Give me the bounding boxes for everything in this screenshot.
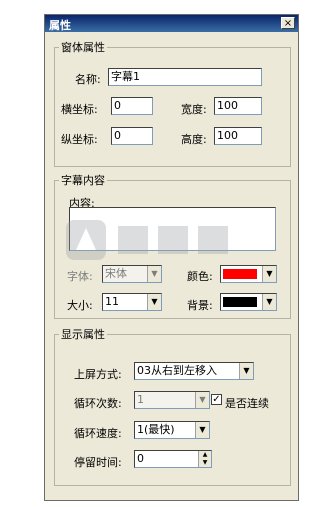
color-dropdown-button[interactable]: ▼ [262, 266, 276, 282]
chevron-down-icon: ▼ [199, 425, 206, 434]
name-label: 名称: [75, 73, 101, 86]
font-dropdown-button[interactable]: ▼ [147, 266, 161, 282]
width-input[interactable]: 100 [214, 97, 262, 115]
stay-time-label: 停留时间: [74, 456, 122, 469]
size-value: 11 [105, 295, 119, 308]
chevron-down-icon: ▼ [199, 395, 206, 404]
chevron-down-icon: ▼ [243, 366, 250, 375]
dialog-title: 属性 [49, 19, 71, 32]
color-swatch [223, 269, 257, 279]
loop-count-label: 循环次数: [74, 397, 122, 410]
loop-speed-label: 循环速度: [74, 427, 122, 440]
screen-mode-value: 03从右到左移入 [137, 364, 217, 377]
screen-mode-select[interactable]: 03从右到左移入 ▼ [134, 362, 254, 380]
close-icon: × [283, 18, 293, 29]
loop-count-dropdown-button[interactable]: ▼ [195, 392, 209, 408]
x-label: 横坐标: [61, 103, 98, 116]
content-textarea[interactable] [69, 207, 276, 251]
chevron-down-icon: ▼ [266, 269, 273, 278]
window-props-legend: 窗体属性 [61, 41, 105, 54]
stay-time-input[interactable]: 0 ▲ ▼ [134, 450, 212, 468]
color-label: 颜色: [187, 270, 213, 283]
size-dropdown-button[interactable]: ▼ [147, 294, 161, 310]
background-swatch [223, 297, 257, 307]
caption-content-legend: 字幕内容 [61, 174, 105, 187]
font-select[interactable]: 宋体 ▼ [102, 265, 162, 283]
width-label: 宽度: [181, 103, 207, 116]
close-button[interactable]: × [281, 17, 295, 29]
loop-speed-select[interactable]: 1(最快) ▼ [134, 421, 210, 439]
check-icon: ✓ [212, 394, 221, 405]
background-dropdown-button[interactable]: ▼ [262, 294, 276, 310]
height-label: 高度: [181, 133, 207, 146]
loop-count-value: 1 [137, 393, 144, 406]
background-label: 背景: [187, 299, 213, 312]
display-props-legend: 显示属性 [61, 328, 105, 341]
stay-time-value: 0 [137, 452, 144, 465]
chevron-down-icon: ▼ [151, 269, 158, 278]
stay-time-spinner[interactable]: ▲ ▼ [198, 451, 211, 467]
title-bar[interactable]: 属性 × [45, 15, 298, 32]
x-input[interactable]: 0 [111, 97, 153, 115]
y-label: 纵坐标: [61, 133, 98, 146]
height-input[interactable]: 100 [214, 127, 262, 145]
properties-dialog: 属性 × 窗体属性 名称: 字幕1 横坐标: 0 宽度: 100 纵坐标: 0 … [44, 14, 299, 501]
size-label: 大小: [67, 299, 93, 312]
font-value: 宋体 [105, 267, 127, 280]
screen-mode-dropdown-button[interactable]: ▼ [239, 363, 253, 379]
color-select[interactable]: ▼ [220, 265, 277, 283]
y-input[interactable]: 0 [111, 127, 153, 145]
screen-mode-label: 上屏方式: [74, 368, 122, 381]
continuous-checkbox[interactable]: ✓ [211, 394, 222, 405]
loop-speed-dropdown-button[interactable]: ▼ [195, 422, 209, 438]
chevron-down-icon: ▼ [266, 297, 273, 306]
name-input[interactable]: 字幕1 [108, 68, 262, 86]
continuous-label: 是否连续 [225, 397, 269, 410]
spin-up-icon[interactable]: ▲ [199, 451, 211, 459]
loop-count-select[interactable]: 1 ▼ [134, 391, 210, 409]
font-label: 字体: [67, 270, 93, 283]
loop-speed-value: 1(最快) [137, 423, 175, 436]
background-select[interactable]: ▼ [220, 293, 277, 311]
spin-down-icon[interactable]: ▼ [199, 459, 211, 467]
chevron-down-icon: ▼ [151, 297, 158, 306]
size-select[interactable]: 11 ▼ [102, 293, 162, 311]
